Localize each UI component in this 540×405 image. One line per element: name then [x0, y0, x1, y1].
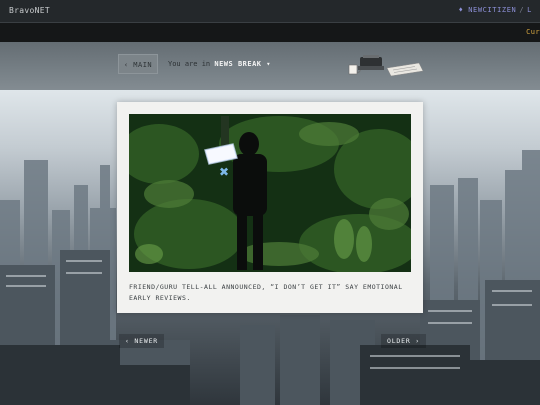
section-dropdown[interactable]: NEWS BREAK ▾: [214, 60, 271, 68]
foliage-photo-illustration: ✖: [129, 114, 411, 272]
newcitizen-link[interactable]: ♦ NEWCITIZEN: [459, 6, 517, 14]
article-card: ✖ FRIEND/GURU TELL-ALL ANNOUNCED, “I DON…: [117, 102, 423, 313]
newer-button[interactable]: ‹ NEWER: [119, 334, 164, 348]
sub-bar: Cur: [0, 23, 540, 42]
breadcrumb: You are in NEWS BREAK ▾: [168, 60, 271, 68]
glyph-x-mark: ✖: [219, 165, 229, 179]
newspaper-icon: [386, 62, 424, 77]
ticker-text[interactable]: Cur: [526, 28, 540, 36]
older-button[interactable]: OLDER ›: [381, 334, 426, 348]
desk-props-illustration: [348, 55, 424, 77]
article-headline[interactable]: FRIEND/GURU TELL-ALL ANNOUNCED, “I DON’T…: [129, 282, 415, 304]
top-bar: BravoNET ♦ NEWCITIZEN / L: [0, 0, 540, 23]
main-button[interactable]: ‹ MAIN: [118, 54, 158, 74]
breadcrumb-prefix: You are in: [168, 60, 211, 68]
top-links-separator: /: [519, 6, 525, 14]
typewriter-icon: [358, 55, 384, 70]
top-links: ♦ NEWCITIZEN / L: [459, 6, 532, 14]
site-brand[interactable]: BravoNET: [9, 6, 50, 15]
article-photo[interactable]: ✖: [129, 114, 411, 272]
login-link[interactable]: L: [527, 6, 532, 14]
